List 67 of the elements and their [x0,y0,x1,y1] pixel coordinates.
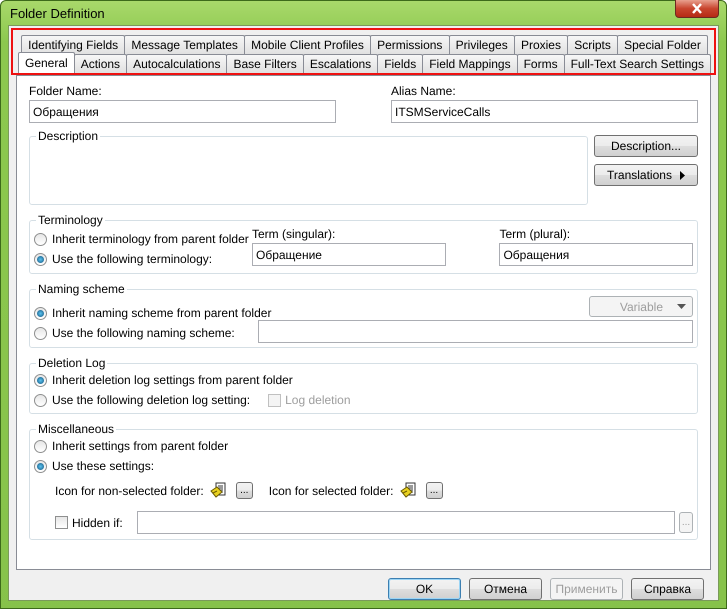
field-label: Icon for non-selected folder: [55,484,204,498]
radio-label: Inherit naming scheme from parent folder [52,306,272,320]
folder-document-icon [210,482,226,499]
input-field[interactable]: Обращения [499,243,693,266]
field-label: Alias Name: [391,84,457,98]
tab[interactable]: Base Filters [226,54,304,73]
dialog-button[interactable]: OK [388,578,461,600]
tab[interactable]: Message Templates [124,35,246,54]
close-icon [691,2,703,14]
dialog-button[interactable]: Отмена [469,578,542,600]
tab[interactable]: Autocalculations [126,54,228,73]
radio-button[interactable] [34,460,47,472]
radio-button[interactable] [34,394,47,406]
tab[interactable]: Full-Text Search Settings [564,54,711,73]
tab[interactable]: Proxies [514,35,568,54]
tab[interactable]: Forms [516,54,565,73]
input-field[interactable] [258,320,693,343]
radio-label: Use the following naming scheme: [52,326,235,340]
tab[interactable]: Special Folder [617,35,708,54]
field-label: Term (singular): [252,227,336,241]
radio-button[interactable] [34,232,47,246]
checkbox[interactable] [55,516,68,529]
radio-button[interactable] [34,440,47,452]
dialog-button[interactable]: Description... [594,135,698,157]
radio-button[interactable] [34,326,47,340]
group-title: Deletion Log [37,356,106,370]
radio-button[interactable] [34,252,47,266]
tab[interactable]: Scripts [567,35,618,54]
radio-label: Use the following deletion log setting: [52,393,250,407]
field-label: Folder Name: [29,84,103,98]
tab[interactable]: Field Mappings [422,54,518,73]
checkbox-label: Log deletion [285,393,351,407]
tab[interactable]: General [18,52,75,73]
tab[interactable]: Identifying Fields [21,35,126,54]
window-title: Folder Definition [9,6,105,20]
tab[interactable]: Mobile Client Profiles [244,35,371,54]
dropdown-arrow-icon [677,304,686,309]
browse-button[interactable]: ... [236,482,253,499]
folder-document-icon [400,482,416,499]
browse-button[interactable]: ... [426,482,442,499]
input-field[interactable]: Обращения [29,100,336,123]
checkbox-label: Hidden if: [72,516,123,530]
group-title: Naming scheme [37,282,126,296]
tab[interactable]: Escalations [302,54,378,73]
tab[interactable]: Actions [74,54,128,73]
radio-label: Inherit terminology from parent folder [52,232,249,246]
radio-label: Inherit settings from parent folder [52,439,228,453]
radio-label: Use the following terminology: [52,252,212,266]
field-label: Icon for selected folder: [268,484,394,498]
menu-button[interactable]: Translations [594,164,698,186]
radio-label: Inherit deletion log settings from parent folder [52,373,293,387]
radio-label: Use these settings: [52,459,154,473]
tab[interactable]: Fields [377,54,424,73]
tab[interactable]: Privileges [448,35,515,54]
dialog-button[interactable]: Справка [631,578,704,600]
group-title: Description [37,129,100,143]
group-title: Miscellaneous [37,422,116,436]
group-title: Terminology [37,213,104,227]
input-field[interactable]: ITSMServiceCalls [391,100,698,123]
close-button[interactable] [675,0,719,18]
submenu-arrow-icon [680,170,685,180]
tab[interactable]: Permissions [370,35,450,54]
input-field[interactable] [136,511,675,534]
field-label: Term (plural): [499,227,572,241]
radio-button[interactable] [34,306,47,320]
radio-button[interactable] [34,374,47,386]
input-field[interactable]: Обращение [252,243,446,266]
